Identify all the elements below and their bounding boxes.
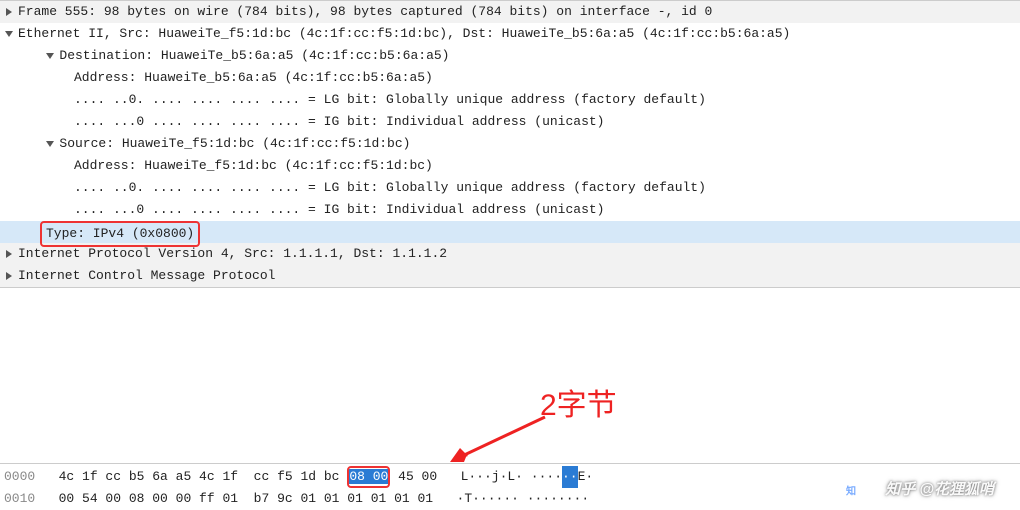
tree-type-selected[interactable]: Type: IPv4 (0x0800) <box>0 221 1020 243</box>
tree-src[interactable]: Source: HuaweiTe_f5:1d:bc (4c:1f:cc:f5:1… <box>0 133 1020 155</box>
hex-bytes-b1: cc f5 1d bc <box>254 469 340 484</box>
zhihu-logo-icon: 知 <box>840 480 862 502</box>
dst-ig-label: .... ...0 .... .... .... .... = IG bit: … <box>74 114 605 129</box>
hex-ascii-selected: ·· <box>562 466 578 488</box>
chevron-down-icon[interactable] <box>45 139 57 149</box>
tree-dst[interactable]: Destination: HuaweiTe_b5:6a:a5 (4c:1f:cc… <box>0 45 1020 67</box>
hex-ascii-a: L···j·L· <box>461 469 523 484</box>
eth-label: Ethernet II, Src: HuaweiTe_f5:1d:bc (4c:… <box>18 26 790 41</box>
svg-text:知: 知 <box>846 485 856 498</box>
hex-bytes-a: 4c 1f cc b5 6a a5 4c 1f <box>59 469 238 484</box>
annotation-arrow-icon <box>440 412 560 462</box>
dst-lg-label: .... ..0. .... .... .... .... = LG bit: … <box>74 92 706 107</box>
chevron-right-icon[interactable] <box>4 249 16 259</box>
hex-row-0[interactable]: 0000 4c 1f cc b5 6a a5 4c 1f cc f5 1d bc… <box>0 466 1020 488</box>
ipv4-label: Internet Protocol Version 4, Src: 1.1.1.… <box>18 246 447 261</box>
chevron-right-icon[interactable] <box>4 271 16 281</box>
chevron-down-icon[interactable] <box>45 51 57 61</box>
chevron-right-icon[interactable] <box>4 7 16 17</box>
icmp-label: Internet Control Message Protocol <box>18 268 275 283</box>
tree-dst-ig[interactable]: .... ...0 .... .... .... .... = IG bit: … <box>0 111 1020 133</box>
hex-offset: 0000 <box>4 469 35 484</box>
hex-offset: 0010 <box>4 491 35 506</box>
tree-src-lg[interactable]: .... ..0. .... .... .... .... = LG bit: … <box>0 177 1020 199</box>
src-lg-label: .... ..0. .... .... .... .... = LG bit: … <box>74 180 706 195</box>
packet-details-tree: Frame 555: 98 bytes on wire (784 bits), … <box>0 0 1020 288</box>
hex-ascii-c: E· <box>578 469 594 484</box>
tree-frame[interactable]: Frame 555: 98 bytes on wire (784 bits), … <box>0 1 1020 23</box>
hex-bytes-b2: 45 00 <box>398 469 437 484</box>
hex-bytes-b: b7 9c 01 01 01 01 01 01 <box>254 491 433 506</box>
src-label: Source: HuaweiTe_f5:1d:bc (4c:1f:cc:f5:1… <box>59 136 410 151</box>
tree-src-ig[interactable]: .... ...0 .... .... .... .... = IG bit: … <box>0 199 1020 221</box>
dst-label: Destination: HuaweiTe_b5:6a:a5 (4c:1f:cc… <box>59 48 449 63</box>
tree-eth[interactable]: Ethernet II, Src: HuaweiTe_f5:1d:bc (4c:… <box>0 23 1020 45</box>
tree-dst-addr[interactable]: Address: HuaweiTe_b5:6a:a5 (4c:1f:cc:b5:… <box>0 67 1020 89</box>
chevron-down-icon[interactable] <box>4 29 16 39</box>
src-addr-label: Address: HuaweiTe_f5:1d:bc (4c:1f:cc:f5:… <box>74 158 433 173</box>
frame-label: Frame 555: 98 bytes on wire (784 bits), … <box>18 4 712 19</box>
dst-addr-label: Address: HuaweiTe_b5:6a:a5 (4c:1f:cc:b5:… <box>74 70 433 85</box>
hex-highlight-box: 08 00 <box>347 466 390 488</box>
tree-ipv4[interactable]: Internet Protocol Version 4, Src: 1.1.1.… <box>0 243 1020 265</box>
hex-dump-pane: 0000 4c 1f cc b5 6a a5 4c 1f cc f5 1d bc… <box>0 463 1020 510</box>
tree-icmp[interactable]: Internet Control Message Protocol <box>0 265 1020 287</box>
hex-selected-bytes: 08 00 <box>349 469 388 484</box>
hex-ascii-b: ···· <box>523 469 562 484</box>
hex-row-1[interactable]: 0010 00 54 00 08 00 00 ff 01 b7 9c 01 01… <box>0 488 1020 510</box>
type-label: Type: IPv4 (0x0800) <box>46 226 194 241</box>
tree-dst-lg[interactable]: .... ..0. .... .... .... .... = LG bit: … <box>0 89 1020 111</box>
hex-ascii: ·T······ ········ <box>457 491 590 506</box>
tree-src-addr[interactable]: Address: HuaweiTe_f5:1d:bc (4c:1f:cc:f5:… <box>0 155 1020 177</box>
hex-bytes-a: 00 54 00 08 00 00 ff 01 <box>59 491 238 506</box>
src-ig-label: .... ...0 .... .... .... .... = IG bit: … <box>74 202 605 217</box>
